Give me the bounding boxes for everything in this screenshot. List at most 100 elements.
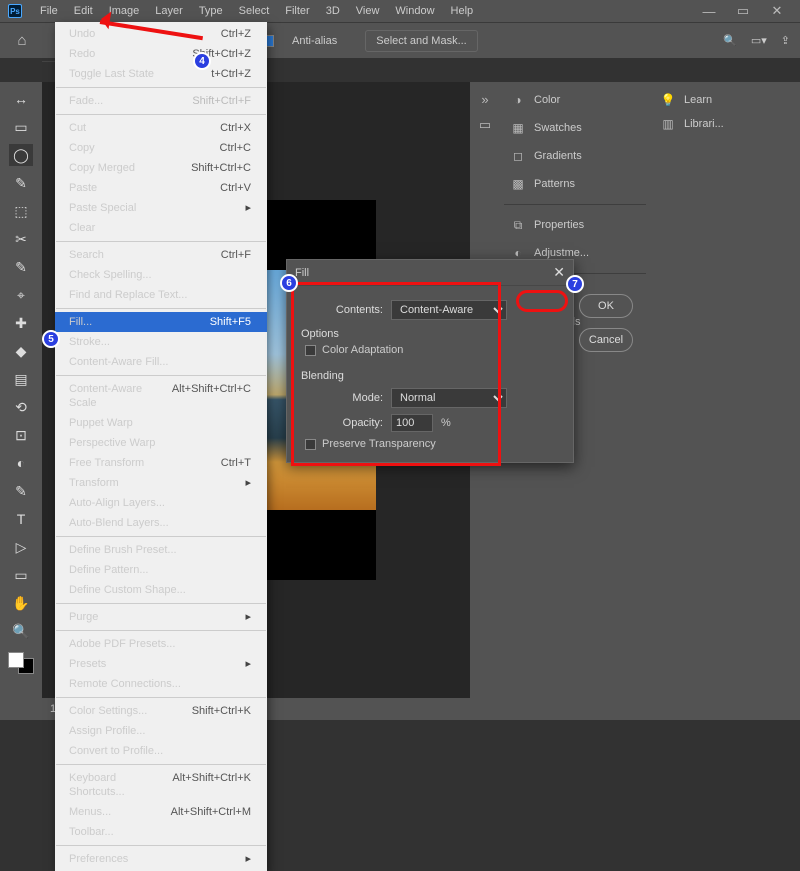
menuitem-define-pattern[interactable]: Define Pattern... [55, 560, 267, 580]
menuitem-define-brush-preset[interactable]: Define Brush Preset... [55, 540, 267, 560]
cancel-button[interactable]: Cancel [579, 328, 633, 352]
menuitem-paste[interactable]: PasteCtrl+V [55, 178, 267, 198]
menuitem-assign-profile[interactable]: Assign Profile... [55, 721, 267, 741]
menuitem-cut[interactable]: CutCtrl+X [55, 118, 267, 138]
tool-12[interactable]: ⊡ [9, 424, 33, 446]
select-and-mask-button[interactable]: Select and Mask... [365, 30, 478, 52]
menuitem-check-spelling[interactable]: Check Spelling... [55, 265, 267, 285]
color-adaptation-checkbox[interactable] [305, 345, 316, 356]
tool-14[interactable]: ✎ [9, 480, 33, 502]
window-minimize[interactable]: — [694, 4, 724, 19]
menu-image[interactable]: Image [101, 2, 148, 20]
menuitem-clear[interactable]: Clear [55, 218, 267, 238]
menu-view[interactable]: View [348, 2, 388, 20]
tool-13[interactable]: ◐ [9, 452, 33, 474]
menu-select[interactable]: Select [231, 2, 278, 20]
menuitem-preferences[interactable]: Preferences▸ [55, 849, 267, 869]
patterns-icon: ▩ [510, 177, 526, 191]
tool-15[interactable]: T [9, 508, 33, 530]
menuitem-stroke[interactable]: Stroke... [55, 332, 267, 352]
tool-11[interactable]: ⟲ [9, 396, 33, 418]
contents-select[interactable]: Content-Aware [391, 300, 507, 320]
tool-2[interactable]: ◯ [9, 144, 33, 166]
blending-heading: Blending [301, 370, 563, 382]
menuitem-keyboard-shortcuts[interactable]: Keyboard Shortcuts...Alt+Shift+Ctrl+K [55, 768, 267, 802]
window-close[interactable]: ✕ [762, 3, 792, 19]
menuitem-paste-special[interactable]: Paste Special▸ [55, 198, 267, 218]
menuitem-content-aware-scale[interactable]: Content-Aware ScaleAlt+Shift+Ctrl+C [55, 379, 267, 413]
tool-9[interactable]: ◆ [9, 340, 33, 362]
menuitem-redo[interactable]: RedoShift+Ctrl+Z [55, 44, 267, 64]
menuitem-undo[interactable]: UndoCtrl+Z [55, 24, 267, 44]
panel-gradients[interactable]: ◻Gradients [504, 144, 646, 168]
menuitem-fill[interactable]: Fill...Shift+F5 [55, 312, 267, 332]
swatches-icon: ▦ [510, 121, 526, 135]
panel-learn[interactable]: 💡Learn [654, 88, 796, 112]
menuitem-purge[interactable]: Purge▸ [55, 607, 267, 627]
menu-window[interactable]: Window [387, 2, 442, 20]
swatch-fg-bg[interactable] [8, 652, 34, 674]
menu-3d[interactable]: 3D [318, 2, 348, 20]
app-logo: Ps [8, 4, 22, 18]
menuitem-search[interactable]: SearchCtrl+F [55, 245, 267, 265]
menuitem-content-aware-fill[interactable]: Content-Aware Fill... [55, 352, 267, 372]
tool-16[interactable]: ▷ [9, 536, 33, 558]
color-icon: ◑ [510, 93, 526, 107]
menuitem-menus[interactable]: Menus...Alt+Shift+Ctrl+M [55, 802, 267, 822]
menuitem-toggle-last-state[interactable]: Toggle Last Statet+Ctrl+Z [55, 64, 267, 84]
menuitem-find-and-replace-text[interactable]: Find and Replace Text... [55, 285, 267, 305]
preserve-transparency-checkbox[interactable] [305, 439, 316, 450]
panel-swatches[interactable]: ▦Swatches [504, 116, 646, 140]
fill-dialog: Fill ✕ Contents: Content-Aware Options C… [286, 259, 574, 463]
tool-18[interactable]: ✋ [9, 592, 33, 614]
ok-button[interactable]: OK [579, 294, 633, 318]
tool-7[interactable]: ⌖ [9, 284, 33, 306]
menuitem-free-transform[interactable]: Free TransformCtrl+T [55, 453, 267, 473]
tool-19[interactable]: 🔍 [9, 620, 33, 642]
window-restore[interactable]: ▭ [728, 3, 758, 19]
tool-6[interactable]: ✎ [9, 256, 33, 278]
menuitem-copy-merged[interactable]: Copy MergedShift+Ctrl+C [55, 158, 267, 178]
tool-17[interactable]: ▭ [9, 564, 33, 586]
menuitem-convert-to-profile[interactable]: Convert to Profile... [55, 741, 267, 761]
tool-3[interactable]: ✎ [9, 172, 33, 194]
menuitem-auto-align-layers: Auto-Align Layers... [55, 493, 267, 513]
workspace-icon[interactable]: ▭▾ [751, 34, 767, 47]
tool-10[interactable]: ▤ [9, 368, 33, 390]
menuitem-toolbar[interactable]: Toolbar... [55, 822, 267, 842]
menu-help[interactable]: Help [443, 2, 482, 20]
expand-panels-icon[interactable]: » [481, 92, 488, 107]
share-icon[interactable]: ⇪ [781, 34, 790, 47]
menu-edit[interactable]: Edit [66, 2, 101, 20]
tool-0[interactable]: ↔ [9, 88, 33, 110]
opacity-input[interactable] [391, 414, 433, 432]
history-icon[interactable]: ▭ [479, 117, 491, 133]
fill-dialog-title: Fill [295, 267, 309, 279]
menu-layer[interactable]: Layer [147, 2, 191, 20]
tool-5[interactable]: ✂ [9, 228, 33, 250]
menu-filter[interactable]: Filter [277, 2, 317, 20]
tool-1[interactable]: ▭ [9, 116, 33, 138]
menuitem-perspective-warp[interactable]: Perspective Warp [55, 433, 267, 453]
menuitem-remote-connections[interactable]: Remote Connections... [55, 674, 267, 694]
menuitem-presets[interactable]: Presets▸ [55, 654, 267, 674]
menuitem-puppet-warp[interactable]: Puppet Warp [55, 413, 267, 433]
mode-label: Mode: [299, 392, 383, 404]
panel-properties[interactable]: ⧉Properties [504, 213, 646, 237]
tool-4[interactable]: ⬚ [9, 200, 33, 222]
close-icon[interactable]: ✕ [553, 264, 565, 281]
menu-type[interactable]: Type [191, 2, 231, 20]
search-icon[interactable]: 🔍 [723, 34, 737, 47]
mode-select[interactable]: Normal [391, 388, 507, 408]
menuitem-transform[interactable]: Transform▸ [55, 473, 267, 493]
menuitem-adobe-pdf-presets[interactable]: Adobe PDF Presets... [55, 634, 267, 654]
tools-panel: ↔ ▭ ◯ ✎ ⬚ ✂ ✎ ⌖ ✚ ◆ ▤ ⟲ ⊡ ◐ ✎ T ▷ ▭ ✋ 🔍 [0, 82, 42, 698]
tool-8[interactable]: ✚ [9, 312, 33, 334]
menuitem-copy[interactable]: CopyCtrl+C [55, 138, 267, 158]
menu-file[interactable]: File [32, 2, 66, 20]
panel-librari[interactable]: ▥Librari... [654, 112, 796, 136]
panel-color[interactable]: ◑Color [504, 88, 646, 112]
home-button[interactable]: ⌂ [10, 29, 34, 53]
panel-patterns[interactable]: ▩Patterns [504, 172, 646, 196]
menuitem-color-settings[interactable]: Color Settings...Shift+Ctrl+K [55, 701, 267, 721]
